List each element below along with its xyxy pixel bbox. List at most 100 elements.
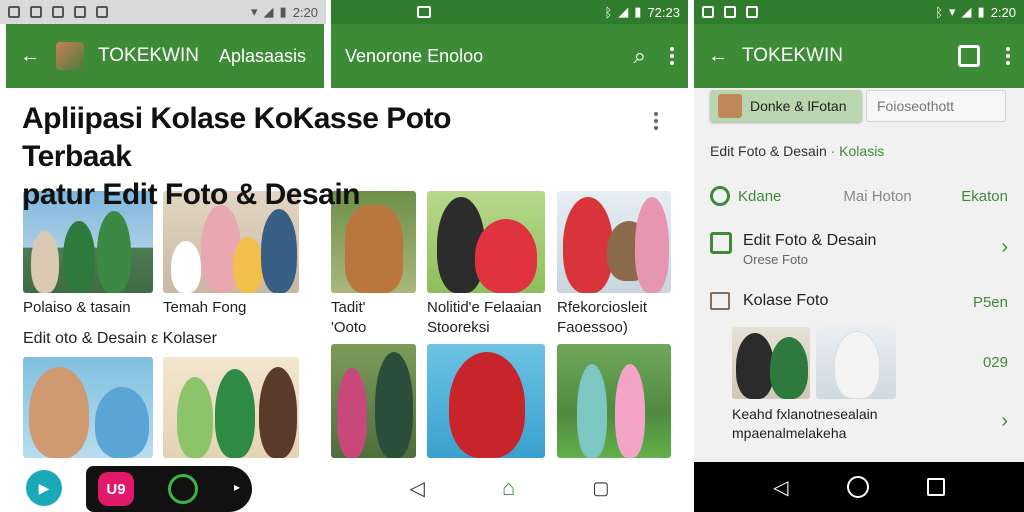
sync-notification-icon xyxy=(30,6,42,18)
briefcase-icon xyxy=(710,292,730,310)
nav-back-icon[interactable]: ◁ xyxy=(410,476,425,501)
search-icon[interactable]: ⌕ xyxy=(634,43,646,69)
list-item-title: Edit Foto & Desain xyxy=(743,232,877,249)
photo-girls-park[interactable] xyxy=(557,344,671,458)
status-bar: ᛒ ◢ ▮ 72:23 xyxy=(331,0,688,24)
child-figure xyxy=(233,237,263,293)
section-label: Edit oto & Desain ε Kolaser xyxy=(23,330,217,347)
tab-inactive[interactable]: Foioseothott xyxy=(866,90,1006,122)
child-figure xyxy=(97,211,131,293)
photo-grandparents[interactable] xyxy=(732,327,810,399)
shield-notification-icon xyxy=(52,6,64,18)
filter-b[interactable]: Mai Hoton xyxy=(843,188,911,205)
page-title-line: Apliipasi Kolase KoKasse Poto Terbaak xyxy=(22,102,451,173)
description-line: Keahd fxlanotnesealain xyxy=(732,406,878,422)
nav-back-icon[interactable]: ◁ xyxy=(773,475,788,500)
caption-line: Stooreksi xyxy=(427,319,490,336)
man-figure xyxy=(770,337,808,399)
gallery-notification-icon xyxy=(8,6,20,18)
wifi-icon: ▾ xyxy=(251,4,258,19)
filter-a[interactable]: Kdane xyxy=(738,188,781,205)
child-figure xyxy=(63,221,95,293)
woman-figure xyxy=(736,333,774,399)
nav-recents-icon[interactable]: ▢ xyxy=(592,478,609,499)
list-item-edit[interactable]: Edit Foto & Desain Orese Foto xyxy=(743,232,876,267)
list-item-description[interactable]: Keahd fxlanotnesealain mpaenalmelakeha xyxy=(732,405,878,443)
list-item-title[interactable]: Kolase Foto xyxy=(743,292,828,310)
bottom-bar: ▶ U9 ▸ xyxy=(0,464,326,512)
tablet-icon[interactable] xyxy=(958,45,980,67)
app-bar: ← TOKEKWIN xyxy=(694,24,1024,88)
battery-icon: ▮ xyxy=(977,4,985,19)
breadcrumb: Edit Foto & Desain · Kolasis xyxy=(710,143,884,159)
photo-caption: Nolitid'e Felaaian Stooreksi xyxy=(427,298,542,338)
status-bar: ▾ ◢ ▮ 2:20 xyxy=(0,0,326,24)
back-arrow-icon[interactable]: ← xyxy=(708,45,728,68)
caption-line: Tadit' xyxy=(331,299,366,316)
bluetooth-icon: ᛒ xyxy=(935,4,943,20)
bluetooth-icon: ᛒ xyxy=(604,4,613,20)
boy-figure xyxy=(475,219,537,293)
caption-line: 'Ooto xyxy=(331,319,367,336)
signal-icon: ◢ xyxy=(263,4,274,19)
more-options-icon[interactable] xyxy=(654,112,658,130)
overflow-menu-icon[interactable] xyxy=(1006,47,1010,65)
photo-kids-teddy[interactable] xyxy=(557,191,671,293)
tablet-app-icon[interactable] xyxy=(168,474,198,504)
status-time: 2:20 xyxy=(990,4,1016,20)
app-subtitle: Aplasaasis xyxy=(219,45,307,66)
photo-caption: Temah Fong xyxy=(163,299,247,316)
battery-icon: ▮ xyxy=(634,4,642,19)
arrow-right-icon[interactable]: ▸ xyxy=(234,480,240,494)
woman-figure xyxy=(375,352,413,458)
nav-recents-icon[interactable] xyxy=(926,478,945,496)
list-item-subtitle: Orese Foto xyxy=(743,252,809,267)
breadcrumb-item: Edit Foto & Desain xyxy=(710,143,827,159)
caption-line: Nolitid'e Felaaian xyxy=(427,299,542,316)
man-figure xyxy=(261,209,297,293)
nav-home-icon[interactable]: ⌂ xyxy=(502,475,515,501)
photo-caption: Tadit' 'Ooto xyxy=(331,298,366,338)
photo-kids-with-mother[interactable] xyxy=(163,357,299,458)
child-figure xyxy=(171,241,201,293)
cat-figure xyxy=(345,205,403,293)
warning-notification-icon xyxy=(96,6,108,18)
app-title: TOKEKWIN xyxy=(742,45,843,66)
list-item-badge: P5en xyxy=(972,294,1008,311)
photo-man-reading[interactable] xyxy=(816,327,896,399)
girl-figure xyxy=(337,368,367,458)
man-figure xyxy=(834,331,880,399)
girl-figure xyxy=(615,364,645,458)
photo-girl-with-mother[interactable] xyxy=(331,344,416,458)
caption-line: Rfekorciosleit xyxy=(557,299,648,316)
app-dock: U9 ▸ xyxy=(86,466,252,512)
photo-caption: Rfekorciosleit Faoessoo) xyxy=(557,298,647,338)
nav-home-icon[interactable] xyxy=(846,476,869,498)
woman-figure xyxy=(259,367,297,458)
child-figure xyxy=(31,231,59,293)
chevron-right-icon[interactable]: › xyxy=(1001,410,1008,433)
navigation-bar: ◁ xyxy=(694,462,1024,512)
chevron-right-icon[interactable]: › xyxy=(1001,236,1008,259)
page-title: Apliipasi Kolase KoKasse Poto Terbaak pa… xyxy=(22,100,542,214)
overflow-menu-icon[interactable] xyxy=(670,47,674,65)
screen-collage-app-home: ▾ ◢ ▮ 2:20 ← TOKEKWIN Aplasaasis Polaiso… xyxy=(0,0,326,512)
tab-active[interactable]: Donke & lFotan xyxy=(710,90,862,122)
image-notification-icon xyxy=(74,6,86,18)
app-logo xyxy=(56,42,84,70)
photo-two-boys[interactable] xyxy=(23,357,153,458)
boy-figure xyxy=(29,367,89,458)
list-item-value: 029 xyxy=(982,354,1008,371)
back-arrow-icon[interactable]: ← xyxy=(20,45,40,68)
breadcrumb-item-accent: · Kolasis xyxy=(830,143,885,159)
play-icon[interactable]: ▶ xyxy=(26,470,62,506)
boy-figure xyxy=(563,197,613,293)
navigation-bar: ◁ ⌂ ▢ xyxy=(331,464,688,512)
photo-boy-red-shirt[interactable] xyxy=(427,344,545,458)
photo-caption: Polaiso & tasain xyxy=(23,299,131,316)
filter-c[interactable]: Ekaton xyxy=(961,188,1008,205)
app-bar: Venorone Enoloo ⌕ xyxy=(331,24,688,88)
signal-icon: ◢ xyxy=(961,4,972,19)
child-figure xyxy=(177,377,213,458)
app-shortcut-badge[interactable]: U9 xyxy=(98,472,134,506)
